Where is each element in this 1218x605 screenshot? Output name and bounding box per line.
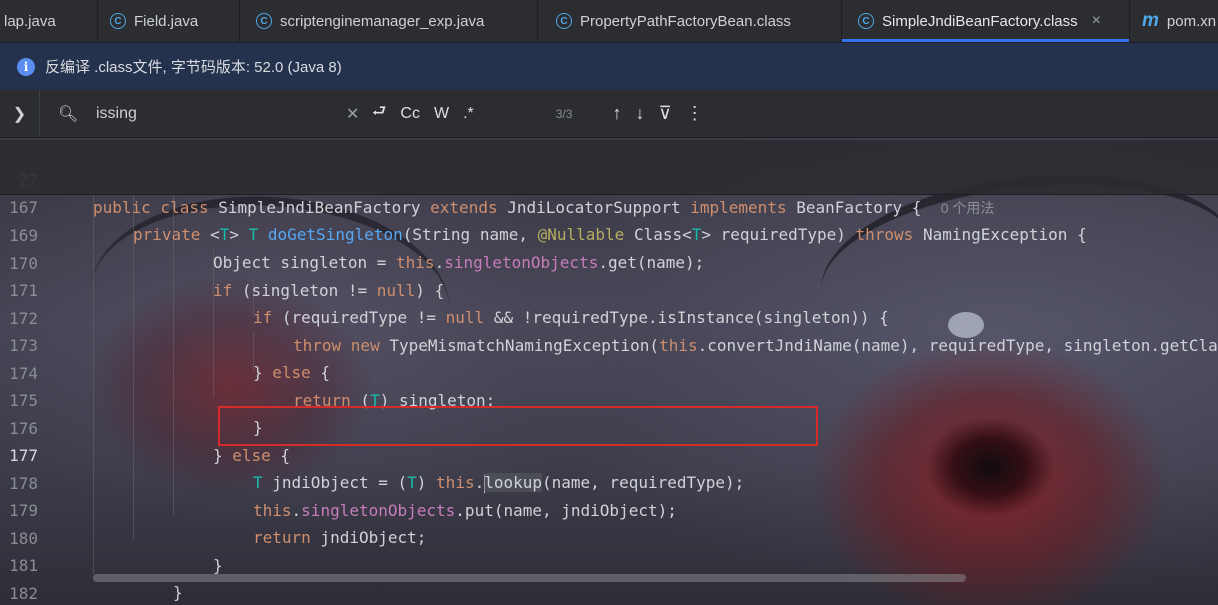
tab-label: lap.java	[4, 12, 56, 30]
regex-toggle[interactable]: .*	[463, 105, 474, 123]
code-line[interactable]: 179 return jndiObject;	[0, 470, 1218, 547]
tab-simplejndibeanfactory[interactable]: C SimpleJndiBeanFactory.class ×	[842, 0, 1130, 42]
tab-pom-xml[interactable]: m pom.xn	[1130, 0, 1218, 42]
code-editor[interactable]: 27 public class SimpleJndiBeanFactory ex…	[0, 138, 1218, 605]
filter-icon[interactable]: ⊽	[658, 103, 671, 124]
clear-search-icon[interactable]: ✕	[346, 104, 372, 124]
tab-label: pom.xn	[1166, 12, 1217, 30]
search-history-icon[interactable]: 🔍︎	[58, 104, 86, 124]
horizontal-scrollbar[interactable]	[93, 574, 966, 582]
more-options-icon[interactable]: ⋮	[686, 103, 704, 124]
java-class-icon: C	[110, 13, 126, 29]
previous-match-icon[interactable]: ↑	[612, 103, 621, 124]
sticky-line[interactable]: 167 private <T> T doGetSingleton(String …	[0, 167, 1218, 244]
code-line[interactable]: 171 if (requiredType != null && !require…	[0, 250, 1218, 327]
code-line[interactable]: 173 } else {	[0, 305, 1218, 382]
find-bar: ❯ 🔍︎ issing ✕ ⮐ Cc W .* 3/3 ↑ ↓ ⊽ ⋮	[0, 90, 1218, 138]
tab-field-java[interactable]: C Field.java	[98, 0, 240, 42]
sticky-line[interactable]: 27 public class SimpleJndiBeanFactory ex…	[0, 140, 1218, 217]
class-file-icon: C	[858, 13, 874, 29]
code-line[interactable]: 178 this.singletonObjects.put(name, jndi…	[0, 443, 1218, 520]
info-icon: i	[17, 57, 35, 76]
highlight-box	[218, 406, 818, 446]
expand-replace-chevron-icon[interactable]: ❯	[0, 90, 40, 137]
line-number: 182	[9, 584, 38, 603]
search-input[interactable]: issing	[96, 105, 346, 123]
tab-label: PropertyPathFactoryBean.class	[580, 12, 791, 30]
code-line[interactable]: 170 if (singleton != null) {	[0, 223, 1218, 300]
code-line[interactable]: 175 }	[0, 360, 1218, 437]
tab-lap-java[interactable]: lap.java	[0, 0, 98, 42]
code-line[interactable]: 181 }	[0, 525, 1218, 602]
match-case-toggle[interactable]: Cc	[400, 105, 420, 123]
code-line[interactable]: 174 return (T) singleton;	[0, 333, 1218, 410]
code-line[interactable]: 180 }	[0, 498, 1218, 575]
code-line[interactable]: 172 throw new TypeMismatchNamingExceptio…	[0, 278, 1218, 355]
code-line[interactable]: 169 Object singleton = this.singletonObj…	[0, 195, 1218, 272]
banner-text: 反编译 .class文件, 字节码版本: 52.0 (Java 8)	[45, 59, 342, 76]
tab-label: SimpleJndiBeanFactory.class	[882, 12, 1078, 30]
maven-icon: m	[1142, 10, 1159, 31]
java-class-icon: C	[256, 13, 272, 29]
tab-label: Field.java	[134, 12, 199, 30]
whole-words-toggle[interactable]: W	[434, 105, 449, 123]
decompiled-info-banner: i 反编译 .class文件, 字节码版本: 52.0 (Java 8)	[0, 43, 1218, 90]
close-icon[interactable]: ×	[1092, 12, 1101, 30]
next-match-icon[interactable]: ↓	[635, 103, 644, 124]
editor-tab-bar: lap.java C Field.java C scriptenginemana…	[0, 0, 1218, 43]
new-line-icon[interactable]: ⮐	[372, 100, 386, 127]
tab-scriptenginemanager-exp[interactable]: C scriptenginemanager_exp.java	[240, 0, 538, 42]
tab-label: scriptenginemanager_exp.java	[280, 12, 485, 30]
class-file-icon: C	[556, 13, 572, 29]
tab-propertypathfactorybean[interactable]: C PropertyPathFactoryBean.class	[538, 0, 842, 42]
match-count: 3/3	[555, 106, 573, 121]
